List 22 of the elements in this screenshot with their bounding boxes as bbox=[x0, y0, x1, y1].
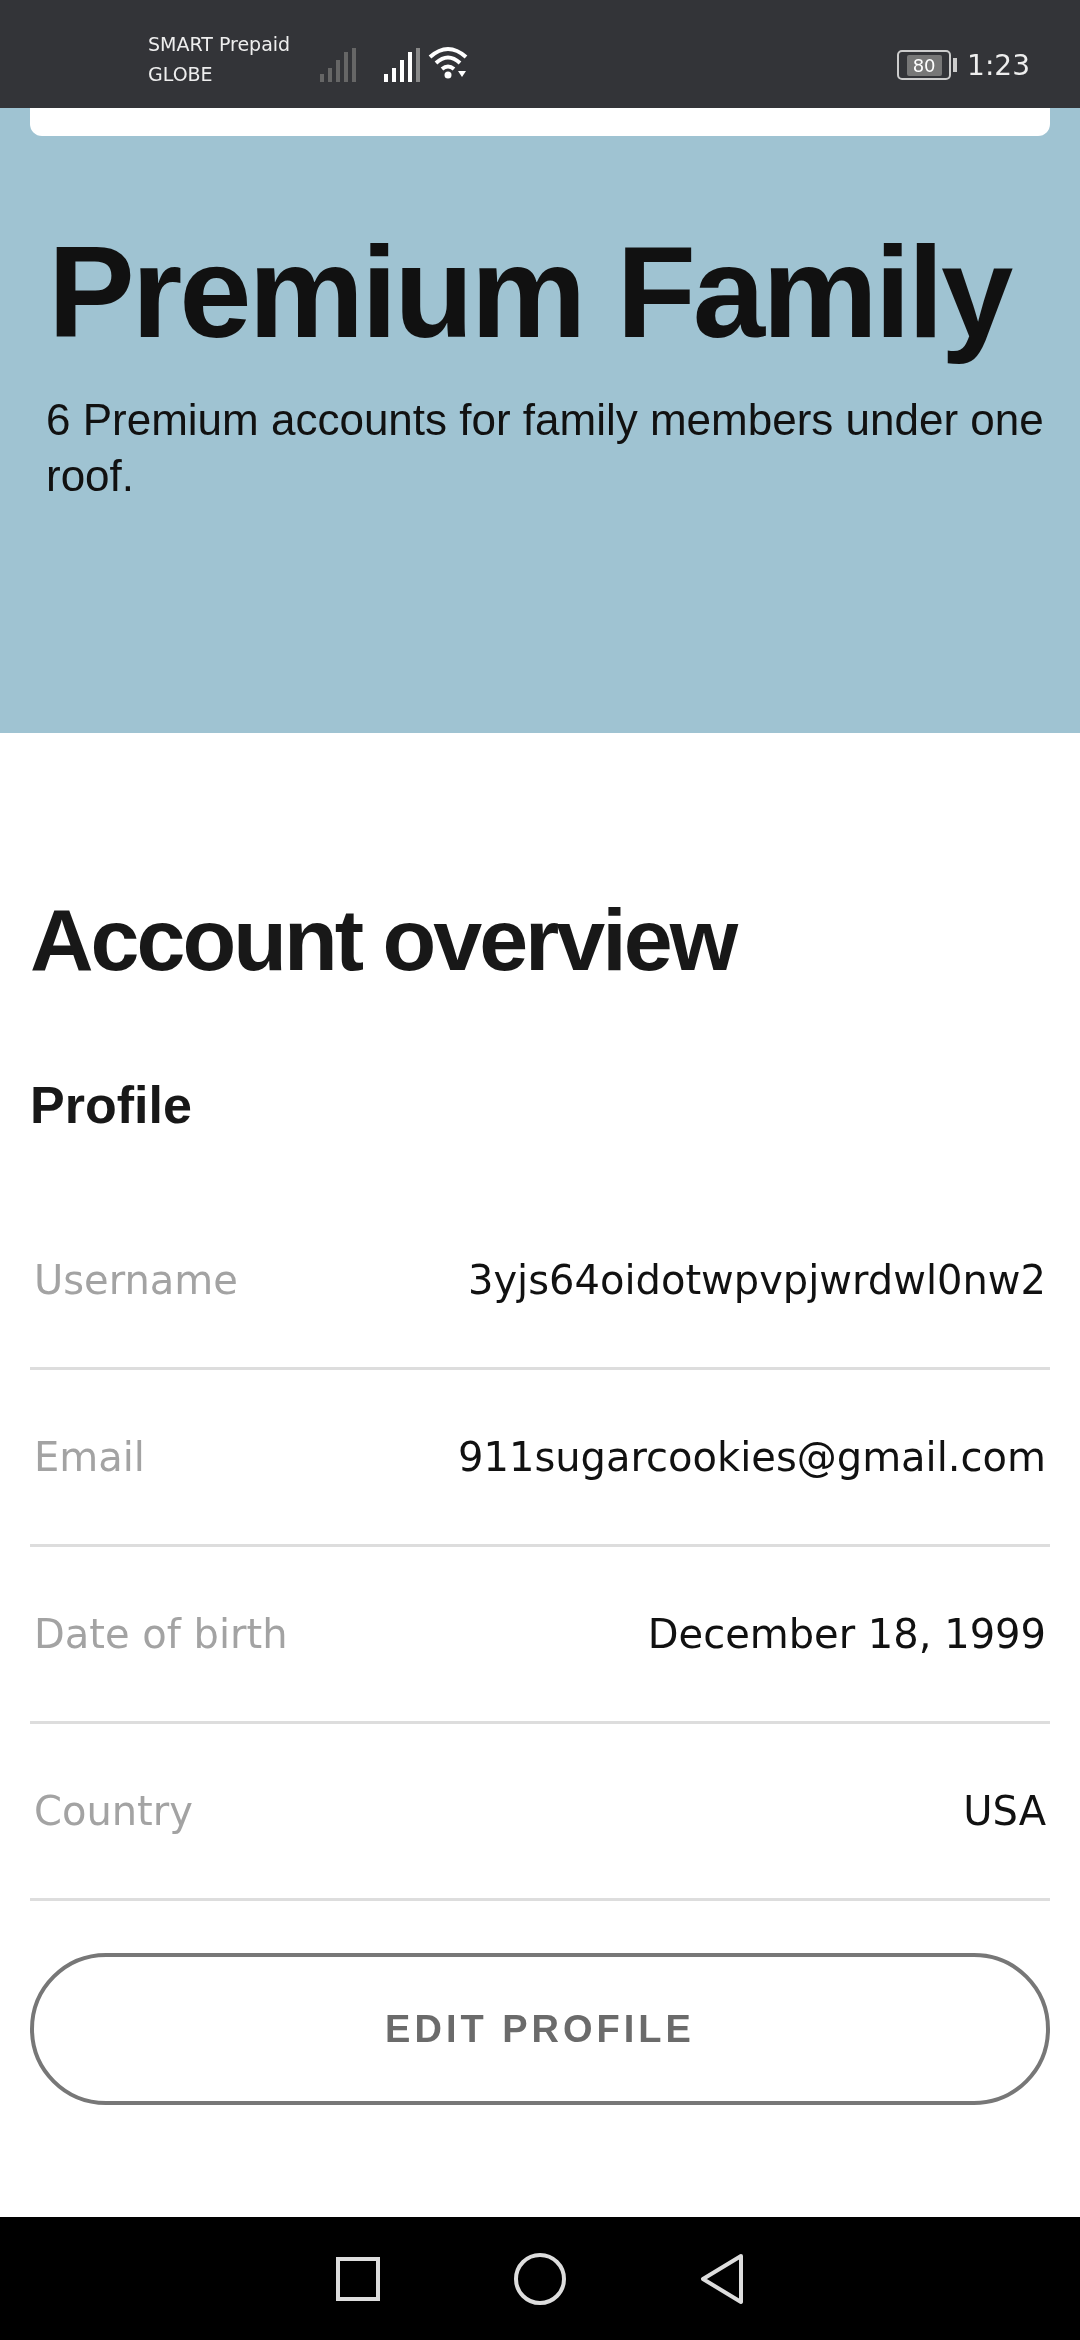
field-value: December 18, 1999 bbox=[647, 1611, 1046, 1657]
edit-profile-button[interactable]: EDIT PROFILE bbox=[30, 1953, 1050, 2105]
field-label: Country bbox=[34, 1788, 193, 1834]
square-icon[interactable] bbox=[335, 2255, 381, 2302]
carrier-name: GLOBE bbox=[148, 63, 214, 85]
section-heading: Profile bbox=[30, 1079, 193, 1131]
signal-icon bbox=[320, 48, 357, 82]
signal-icon bbox=[384, 48, 421, 82]
field-value: 3yjs64oidotwpvpjwrdwl0nw2 bbox=[467, 1257, 1046, 1303]
back-icon[interactable] bbox=[699, 2252, 745, 2305]
field-label: Username bbox=[34, 1257, 238, 1303]
field-label: Email bbox=[34, 1434, 145, 1480]
clock: 1:23 bbox=[967, 48, 1030, 82]
plan-description: 6 Premium accounts for family members under one roof. bbox=[46, 394, 1045, 502]
home-icon[interactable] bbox=[513, 2251, 567, 2306]
field-value: USA bbox=[963, 1788, 1046, 1834]
battery-icon: 80 bbox=[897, 50, 952, 80]
page-heading: Account overview bbox=[30, 896, 737, 984]
field-label: Date of birth bbox=[34, 1611, 288, 1657]
carrier-name: SMART Prepaid bbox=[148, 33, 291, 55]
field-value: 911sugarcookies@gmail.com bbox=[458, 1434, 1046, 1480]
plan-title: Premium Family bbox=[48, 218, 1013, 367]
